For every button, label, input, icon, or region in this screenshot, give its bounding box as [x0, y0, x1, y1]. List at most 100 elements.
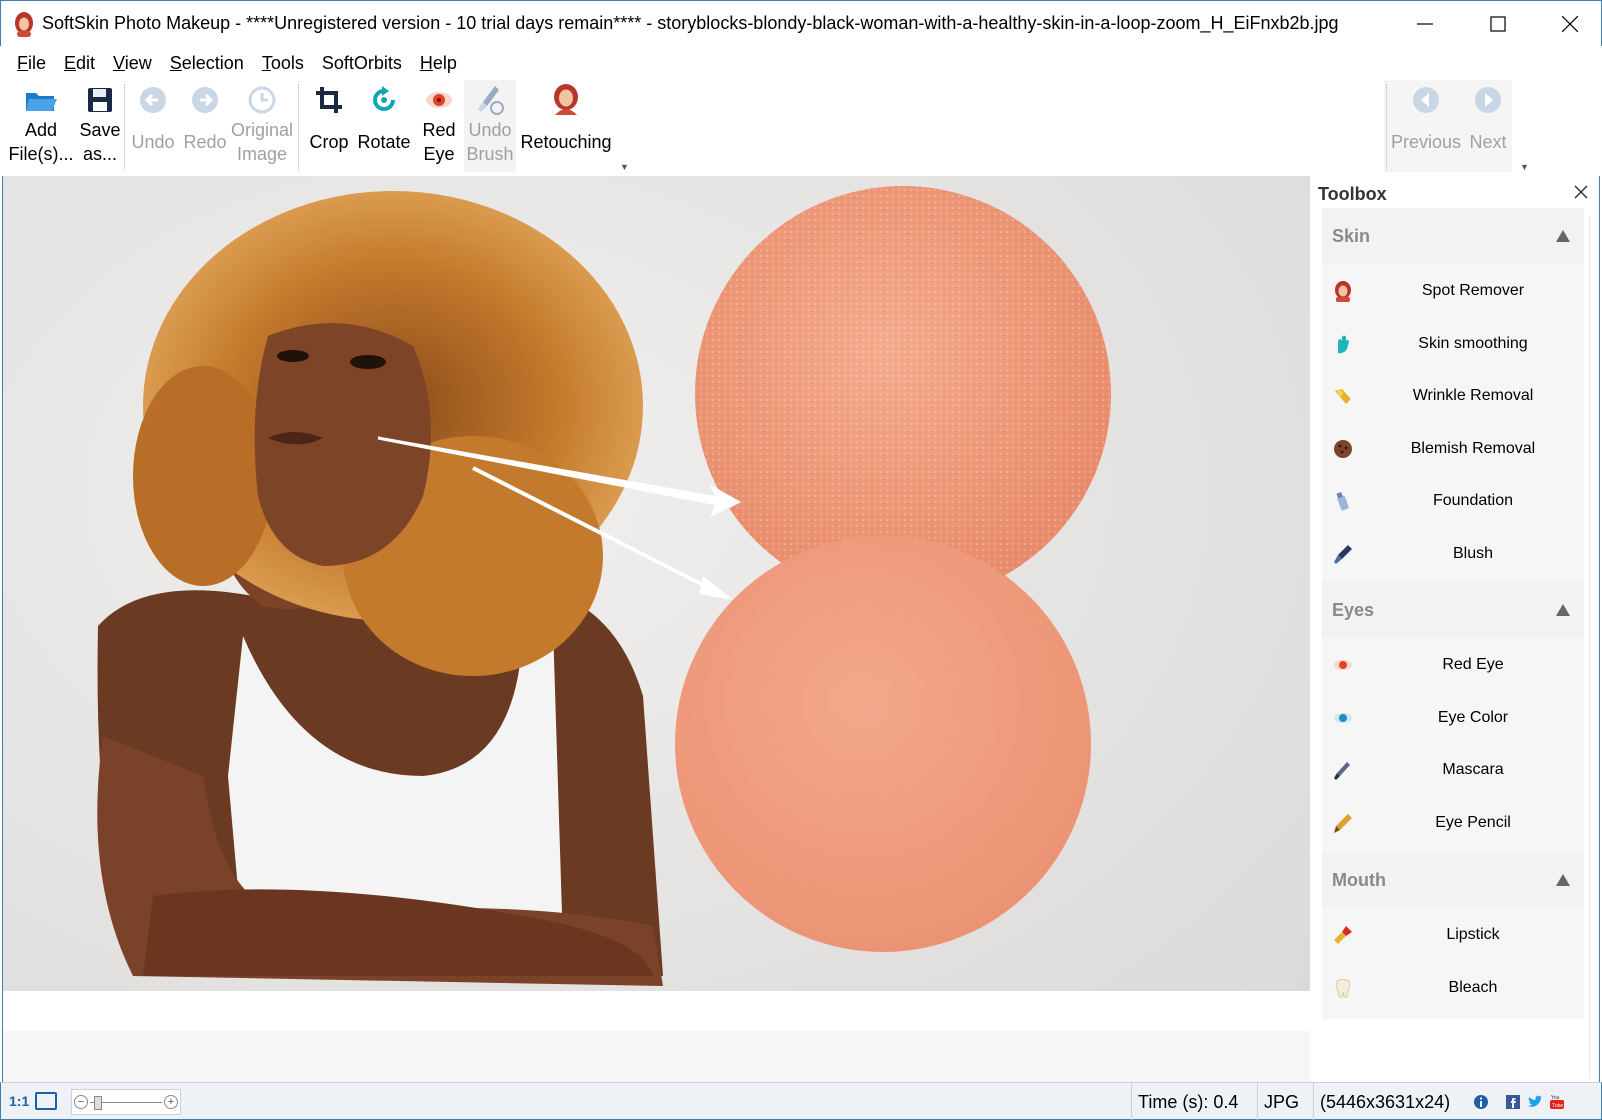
- collapse-arrow-icon[interactable]: [1556, 604, 1570, 616]
- clock-icon: [247, 85, 277, 115]
- file-format: JPG: [1257, 1083, 1313, 1120]
- section-eyes-header[interactable]: Eyes: [1322, 582, 1584, 638]
- toolbox-title: Toolbox: [1318, 184, 1387, 205]
- close-icon[interactable]: [1573, 184, 1589, 200]
- tool-spot-remover[interactable]: Spot Remover: [1322, 266, 1584, 319]
- pencil-icon: [1332, 812, 1354, 834]
- section-skin-header[interactable]: Skin: [1322, 208, 1584, 264]
- tool-skin-smoothing[interactable]: Skin smoothing: [1322, 319, 1584, 372]
- tool-foundation[interactable]: Foundation: [1322, 476, 1584, 529]
- twitter-icon[interactable]: [1527, 1094, 1543, 1110]
- maximize-button[interactable]: [1464, 1, 1532, 47]
- eye-color-icon: [1332, 707, 1354, 729]
- crop-icon: [314, 85, 344, 115]
- photo-image: [3, 176, 1310, 1082]
- processing-time: Time (s): 0.4: [1131, 1083, 1257, 1120]
- redo-button[interactable]: Redo: [180, 80, 230, 172]
- red-eye-icon: [424, 85, 454, 115]
- toolbar-separator: [124, 84, 125, 170]
- rotate-icon: [369, 85, 399, 115]
- red-eye-button[interactable]: Red Eye: [418, 80, 460, 172]
- nav-overflow-arrow[interactable]: ▼: [1520, 162, 1529, 172]
- section-mouth-header[interactable]: Mouth: [1322, 852, 1584, 908]
- menu-bar: File Edit View Selection Tools SoftOrbit…: [8, 50, 466, 76]
- iron-icon: [1332, 385, 1354, 407]
- original-image-button[interactable]: Original Image: [228, 80, 296, 172]
- app-logo-icon: [13, 11, 35, 37]
- menu-tools[interactable]: Tools: [253, 50, 313, 76]
- info-icon[interactable]: [1473, 1094, 1489, 1110]
- section-skin: Skin Spot Remover Skin smoothing Wrinkle…: [1322, 208, 1584, 586]
- cookie-icon: [1332, 438, 1354, 460]
- image-dimensions: (5446x3631x24): [1313, 1083, 1461, 1120]
- svg-text:Tube: Tube: [1552, 1103, 1563, 1109]
- next-arrow-icon: [1473, 85, 1503, 115]
- toolbar: Add File(s)... Save as... Undo Redo Orig…: [0, 80, 1602, 176]
- close-icon: [1562, 16, 1578, 32]
- collapse-arrow-icon[interactable]: [1556, 874, 1570, 886]
- tool-wrinkle-removal[interactable]: Wrinkle Removal: [1322, 371, 1584, 424]
- section-mouth: Mouth Lipstick Bleach: [1322, 852, 1584, 1019]
- previous-button[interactable]: Previous: [1390, 80, 1462, 172]
- face-icon: [1332, 280, 1354, 302]
- zoom-out-icon[interactable]: −: [74, 1095, 88, 1109]
- menu-edit[interactable]: Edit: [55, 50, 104, 76]
- facebook-icon[interactable]: [1505, 1094, 1521, 1110]
- undo-arrow-icon: [138, 85, 168, 115]
- menu-help[interactable]: Help: [411, 50, 466, 76]
- window-title: SoftSkin Photo Makeup - ****Unregistered…: [42, 13, 1339, 34]
- lipstick-icon: [1332, 924, 1354, 946]
- tool-bleach[interactable]: Bleach: [1322, 963, 1584, 1016]
- toolbox-panel: Toolbox Skin Spot Remover Skin smoothing…: [1314, 176, 1600, 1082]
- retouching-button[interactable]: Retouching: [518, 80, 614, 172]
- tooth-icon: [1332, 977, 1354, 999]
- undo-button[interactable]: Undo: [128, 80, 178, 172]
- mascara-icon: [1332, 759, 1354, 781]
- collapse-arrow-icon[interactable]: [1556, 230, 1570, 242]
- toolbar-separator: [298, 84, 299, 170]
- svg-text:You: You: [1551, 1095, 1560, 1101]
- tool-eye-pencil[interactable]: Eye Pencil: [1322, 798, 1584, 851]
- open-folder-icon: [24, 85, 58, 115]
- maximize-icon: [1490, 16, 1506, 32]
- menu-view[interactable]: View: [104, 50, 161, 76]
- crop-button[interactable]: Crop: [304, 80, 354, 172]
- menu-file[interactable]: File: [8, 50, 55, 76]
- previous-arrow-icon: [1411, 85, 1441, 115]
- toolbar-overflow-arrow[interactable]: ▼: [620, 162, 629, 172]
- actual-size-button[interactable]: 1:1: [9, 1093, 29, 1109]
- red-eye-icon: [1332, 654, 1354, 676]
- title-bar: SoftSkin Photo Makeup - ****Unregistered…: [0, 0, 1602, 46]
- floppy-disk-icon: [86, 86, 114, 114]
- add-files-button[interactable]: Add File(s)...: [10, 80, 72, 172]
- photo-canvas[interactable]: [2, 176, 1310, 1082]
- tool-mascara[interactable]: Mascara: [1322, 745, 1584, 798]
- rotate-button[interactable]: Rotate: [354, 80, 414, 172]
- zoom-slider[interactable]: − +: [71, 1089, 181, 1115]
- next-button[interactable]: Next: [1466, 80, 1510, 172]
- fit-window-icon[interactable]: [35, 1092, 57, 1110]
- toolbox-scrollbar[interactable]: [1589, 216, 1599, 1078]
- brush-icon: [1332, 543, 1354, 565]
- tool-lipstick[interactable]: Lipstick: [1322, 910, 1584, 963]
- youtube-icon[interactable]: You Tube: [1549, 1094, 1565, 1110]
- tool-red-eye[interactable]: Red Eye: [1322, 640, 1584, 693]
- menu-softorbits[interactable]: SoftOrbits: [313, 50, 411, 76]
- tool-blush[interactable]: Blush: [1322, 529, 1584, 582]
- section-eyes: Eyes Red Eye Eye Color Mascara Eye Penci…: [1322, 582, 1584, 854]
- minimize-button[interactable]: [1391, 1, 1459, 47]
- menu-selection[interactable]: Selection: [161, 50, 253, 76]
- toolbar-separator: [1386, 84, 1387, 170]
- tool-eye-color[interactable]: Eye Color: [1322, 693, 1584, 746]
- undo-brush-button[interactable]: Undo Brush: [464, 80, 516, 172]
- zoom-in-icon[interactable]: +: [164, 1095, 178, 1109]
- save-as-button[interactable]: Save as...: [76, 80, 124, 172]
- hand-icon: [1332, 333, 1354, 355]
- bottle-icon: [1332, 490, 1354, 512]
- undo-brush-icon: [475, 84, 505, 116]
- tool-blemish-removal[interactable]: Blemish Removal: [1322, 424, 1584, 477]
- zoom-thumb[interactable]: [94, 1096, 102, 1110]
- redo-arrow-icon: [190, 85, 220, 115]
- woman-face-icon: [551, 83, 581, 117]
- close-button[interactable]: [1536, 1, 1602, 47]
